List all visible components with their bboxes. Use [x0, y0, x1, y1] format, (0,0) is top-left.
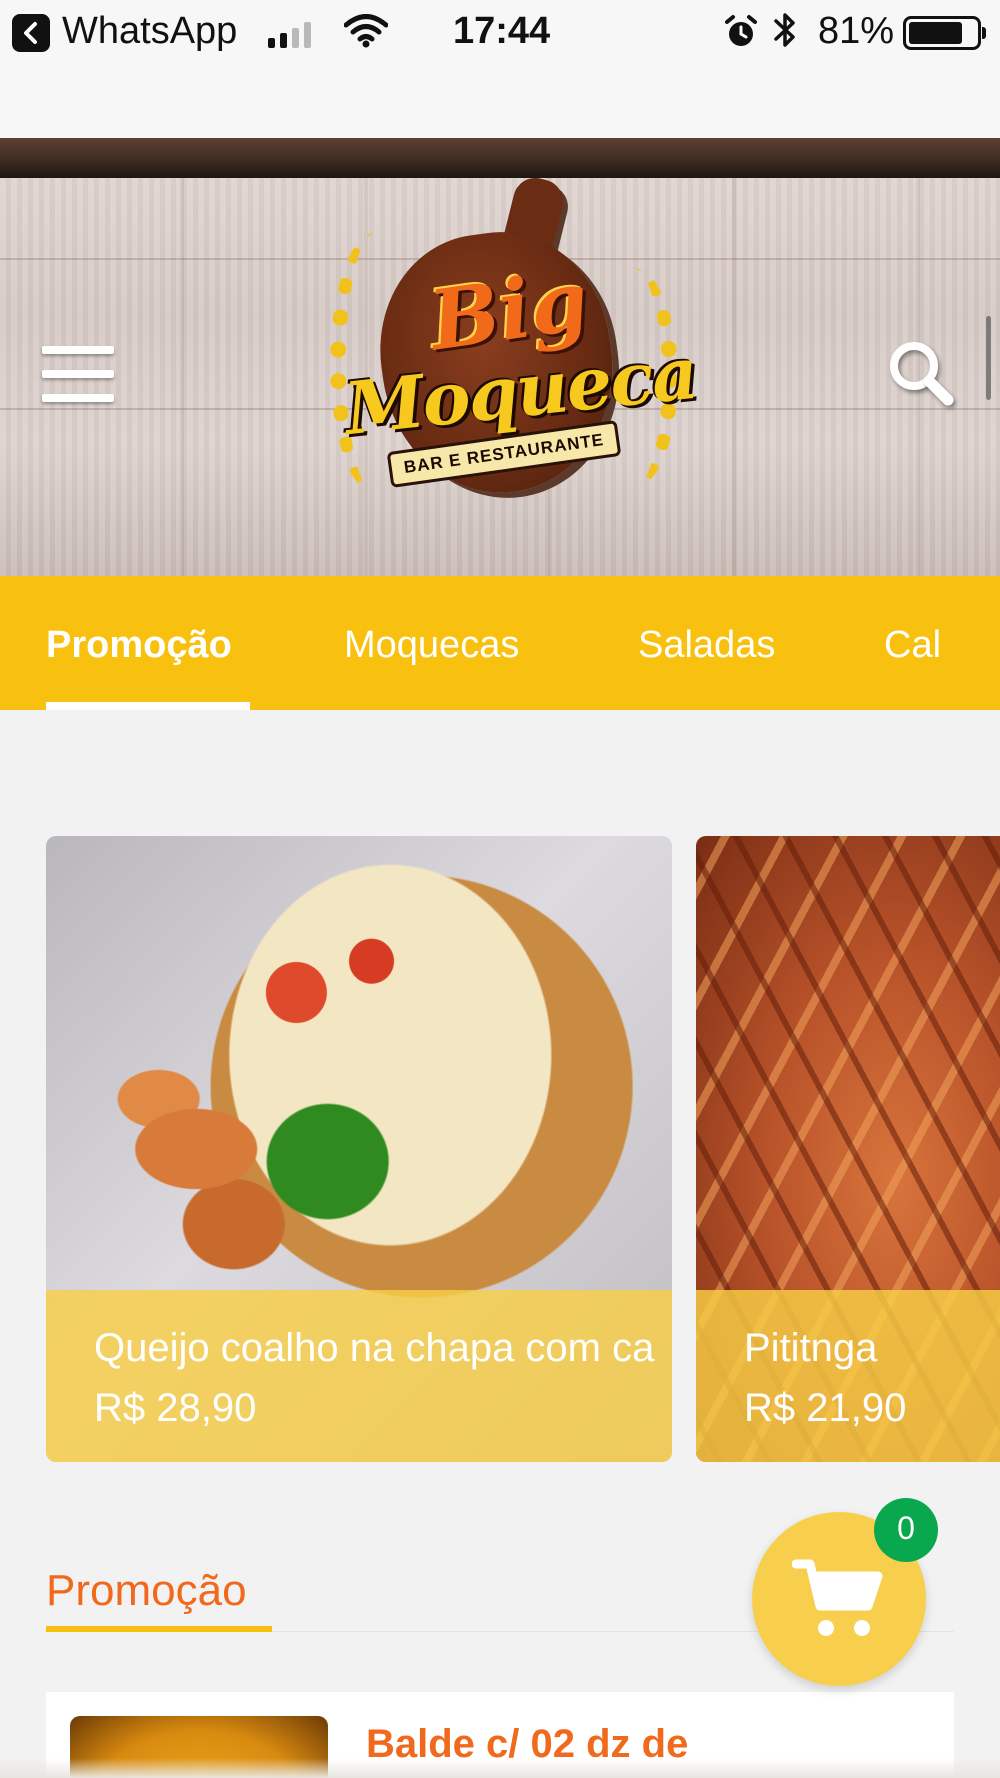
- active-tab-indicator: [46, 702, 250, 710]
- tab-saladas[interactable]: Saladas: [638, 624, 775, 667]
- card-caption: Pititnga R$ 21,90: [696, 1290, 1000, 1462]
- card-caption: Queijo coalho na chapa com ca R$ 28,90: [46, 1290, 672, 1462]
- restaurant-header: Big Moqueca BAR E RESTAURANTE: [0, 138, 1000, 576]
- hamburger-menu-icon[interactable]: [42, 346, 114, 402]
- battery-icon: [903, 16, 986, 50]
- tab-moquecas[interactable]: Moquecas: [344, 624, 519, 667]
- clock: 17:44: [453, 10, 551, 52]
- bluetooth-icon: [772, 10, 798, 60]
- card-title: Queijo coalho na chapa com ca: [94, 1326, 655, 1370]
- featured-card[interactable]: Queijo coalho na chapa com ca R$ 28,90: [46, 836, 672, 1462]
- shopping-cart-icon: [791, 1556, 884, 1647]
- big-moqueca-logo: Big Moqueca BAR E RESTAURANTE: [322, 173, 700, 518]
- search-icon[interactable]: [882, 334, 962, 414]
- card-price: R$ 21,90: [744, 1386, 907, 1430]
- browser-top-bar: [0, 64, 1000, 138]
- back-app-label[interactable]: WhatsApp: [62, 10, 237, 53]
- card-title: Pititnga: [744, 1326, 878, 1370]
- tab-caldos[interactable]: Cal: [884, 624, 941, 667]
- featured-card[interactable]: Pititnga R$ 21,90: [696, 836, 1000, 1462]
- wifi-icon: [343, 14, 389, 58]
- status-bar: WhatsApp 17:44 81%: [0, 0, 1000, 64]
- tab-promocao[interactable]: Promoção: [46, 624, 232, 667]
- section-title-underline: [46, 1626, 272, 1632]
- cellular-signal-icon: [268, 22, 311, 48]
- card-price: R$ 28,90: [94, 1386, 257, 1430]
- battery-percent: 81%: [818, 10, 895, 52]
- back-to-app-icon[interactable]: [12, 14, 50, 52]
- alarm-icon: [724, 14, 758, 60]
- scroll-indicator: [986, 316, 991, 400]
- wood-beam: [0, 138, 1000, 178]
- cart-count-badge: 0: [874, 1498, 938, 1562]
- category-tabs: Promoção Moquecas Saladas Cal: [0, 576, 1000, 710]
- section-title: Promoção: [46, 1566, 247, 1615]
